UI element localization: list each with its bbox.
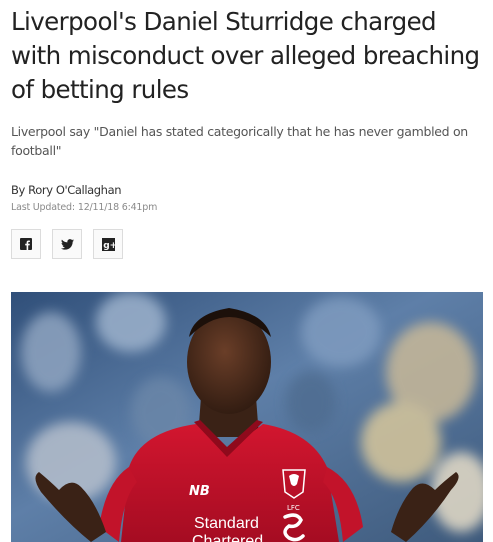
badge-text: LFC bbox=[287, 504, 300, 512]
svg-text:NB: NB bbox=[189, 484, 210, 499]
twitter-share-button[interactable] bbox=[52, 229, 82, 259]
svg-text:g+: g+ bbox=[103, 241, 115, 251]
article-standfirst: Liverpool say "Daniel has stated categor… bbox=[11, 124, 468, 158]
article-headline: Liverpool's Daniel Sturridge charged wit… bbox=[11, 7, 480, 104]
facebook-icon bbox=[20, 238, 32, 250]
twitter-icon bbox=[60, 238, 74, 250]
facebook-share-button[interactable] bbox=[11, 229, 41, 259]
article-byline: By Rory O'Callaghan bbox=[11, 183, 122, 197]
more-share-button[interactable]: g+ bbox=[93, 229, 123, 259]
last-updated: Last Updated: 12/11/18 6:41pm bbox=[11, 202, 157, 213]
last-updated-label: Last Updated: bbox=[11, 202, 75, 213]
shirt-sponsor-line1: Standard bbox=[194, 515, 259, 532]
last-updated-value: 12/11/18 6:41pm bbox=[77, 202, 158, 213]
share-icon: g+ bbox=[101, 237, 115, 251]
shirt-sponsor-line2: Chartered bbox=[192, 533, 263, 542]
hero-image: NB LFC Standard Chartered bbox=[11, 292, 483, 542]
share-buttons: g+ bbox=[11, 229, 123, 259]
